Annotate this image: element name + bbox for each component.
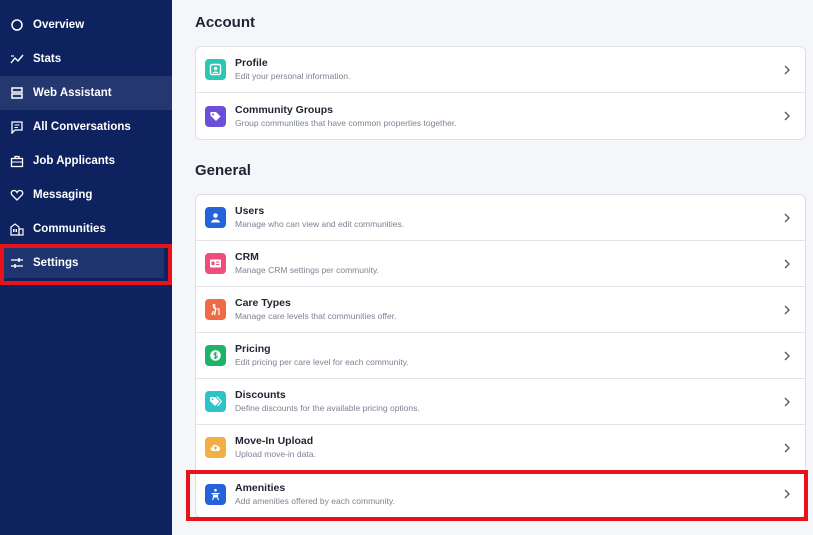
row-description: Edit pricing per care level for each com… bbox=[235, 357, 409, 367]
row-title: Community Groups bbox=[235, 103, 334, 116]
sidebar-item-settings[interactable]: Settings bbox=[0, 248, 164, 278]
sidebar-item-label: Messaging bbox=[33, 189, 93, 201]
sidebar-item-messaging[interactable]: Messaging bbox=[0, 178, 172, 212]
tag-icon bbox=[205, 105, 226, 127]
sidebar: Overview Stats Web Assistant All Convers… bbox=[0, 0, 172, 535]
chevron-right-icon bbox=[784, 443, 790, 452]
settings-row-users[interactable]: Users Manage who can view and edit commu… bbox=[196, 195, 805, 241]
sidebar-item-stats[interactable]: Stats bbox=[0, 42, 172, 76]
settings-row-community-groups[interactable]: Community Groups Group communities that … bbox=[196, 93, 805, 139]
sidebar-item-web-assistant[interactable]: Web Assistant bbox=[0, 76, 172, 110]
sidebar-item-all-conversations[interactable]: All Conversations bbox=[0, 110, 172, 144]
chevron-right-icon bbox=[784, 213, 790, 222]
row-description: Add amenities offered by each community. bbox=[235, 495, 395, 506]
row-description: Manage care levels that communities offe… bbox=[235, 311, 397, 321]
sidebar-item-overview[interactable]: Overview bbox=[0, 8, 172, 42]
settings-main: Account Profile Edit your personal infor… bbox=[172, 0, 813, 535]
sliders-icon bbox=[10, 256, 24, 270]
row-title: Users bbox=[235, 205, 265, 217]
row-title: Profile bbox=[235, 57, 268, 69]
user-icon bbox=[205, 207, 226, 228]
chart-line-icon bbox=[10, 52, 24, 66]
chevron-right-icon bbox=[784, 489, 790, 499]
sidebar-item-job-applicants[interactable]: Job Applicants bbox=[0, 144, 172, 178]
walker-icon bbox=[205, 299, 226, 320]
chevron-right-icon bbox=[784, 65, 790, 74]
row-description: Upload move-in data. bbox=[235, 449, 316, 459]
row-description: Manage CRM settings per community. bbox=[235, 265, 379, 275]
row-description: Edit your personal information. bbox=[235, 71, 351, 81]
sidebar-item-label: All Conversations bbox=[33, 121, 131, 133]
row-description: Define discounts for the available prici… bbox=[235, 403, 420, 413]
general-card: Users Manage who can view and edit commu… bbox=[195, 194, 806, 518]
chevron-right-icon bbox=[784, 351, 790, 360]
tags-icon bbox=[205, 391, 226, 412]
settings-row-discounts[interactable]: Discounts Define discounts for the avail… bbox=[196, 379, 805, 425]
row-title: Move-In Upload bbox=[235, 435, 314, 447]
sidebar-item-label: Communities bbox=[33, 223, 106, 235]
profile-card-icon bbox=[205, 59, 226, 80]
chevron-right-icon bbox=[784, 305, 790, 314]
circle-outline-icon bbox=[10, 18, 24, 32]
server-icon bbox=[10, 86, 24, 100]
settings-row-pricing[interactable]: Pricing Edit pricing per care level for … bbox=[196, 333, 805, 379]
sidebar-item-label: Settings bbox=[33, 257, 79, 269]
chevron-right-icon bbox=[784, 111, 790, 121]
sidebar-item-communities[interactable]: Communities bbox=[0, 212, 172, 246]
chevron-right-icon bbox=[784, 397, 790, 406]
sidebar-item-label: Job Applicants bbox=[33, 155, 115, 167]
settings-row-amenities[interactable]: Amenities Add amenities offered by each … bbox=[196, 471, 805, 517]
chevron-right-icon bbox=[784, 259, 790, 268]
row-title: Amenities bbox=[235, 481, 286, 494]
row-description: Group communities that have common prope… bbox=[235, 117, 457, 128]
row-description: Manage who can view and edit communities… bbox=[235, 219, 405, 229]
sidebar-item-label: Stats bbox=[33, 53, 62, 65]
briefcase-icon bbox=[10, 154, 24, 168]
row-title: Discounts bbox=[235, 389, 286, 401]
row-title: CRM bbox=[235, 251, 259, 263]
settings-row-profile[interactable]: Profile Edit your personal information. bbox=[196, 47, 805, 93]
dollar-icon bbox=[205, 345, 226, 366]
row-title: Care Types bbox=[235, 297, 291, 309]
account-section-title: Account bbox=[195, 14, 255, 31]
settings-row-care-types[interactable]: Care Types Manage care levels that commu… bbox=[196, 287, 805, 333]
sidebar-item-label: Web Assistant bbox=[33, 87, 112, 99]
building-icon bbox=[10, 222, 24, 236]
chat-icon bbox=[10, 120, 24, 134]
amenities-icon bbox=[205, 483, 226, 505]
settings-row-crm[interactable]: CRM Manage CRM settings per community. bbox=[196, 241, 805, 287]
id-card-icon bbox=[205, 253, 226, 274]
row-title: Pricing bbox=[235, 343, 271, 355]
account-card: Profile Edit your personal information. … bbox=[195, 46, 806, 140]
settings-row-move-in-upload[interactable]: Move-In Upload Upload move-in data. bbox=[196, 425, 805, 471]
cloud-upload-icon bbox=[205, 437, 226, 458]
heart-icon bbox=[10, 188, 24, 202]
general-section-title: General bbox=[195, 162, 251, 179]
sidebar-item-label: Overview bbox=[33, 19, 85, 31]
